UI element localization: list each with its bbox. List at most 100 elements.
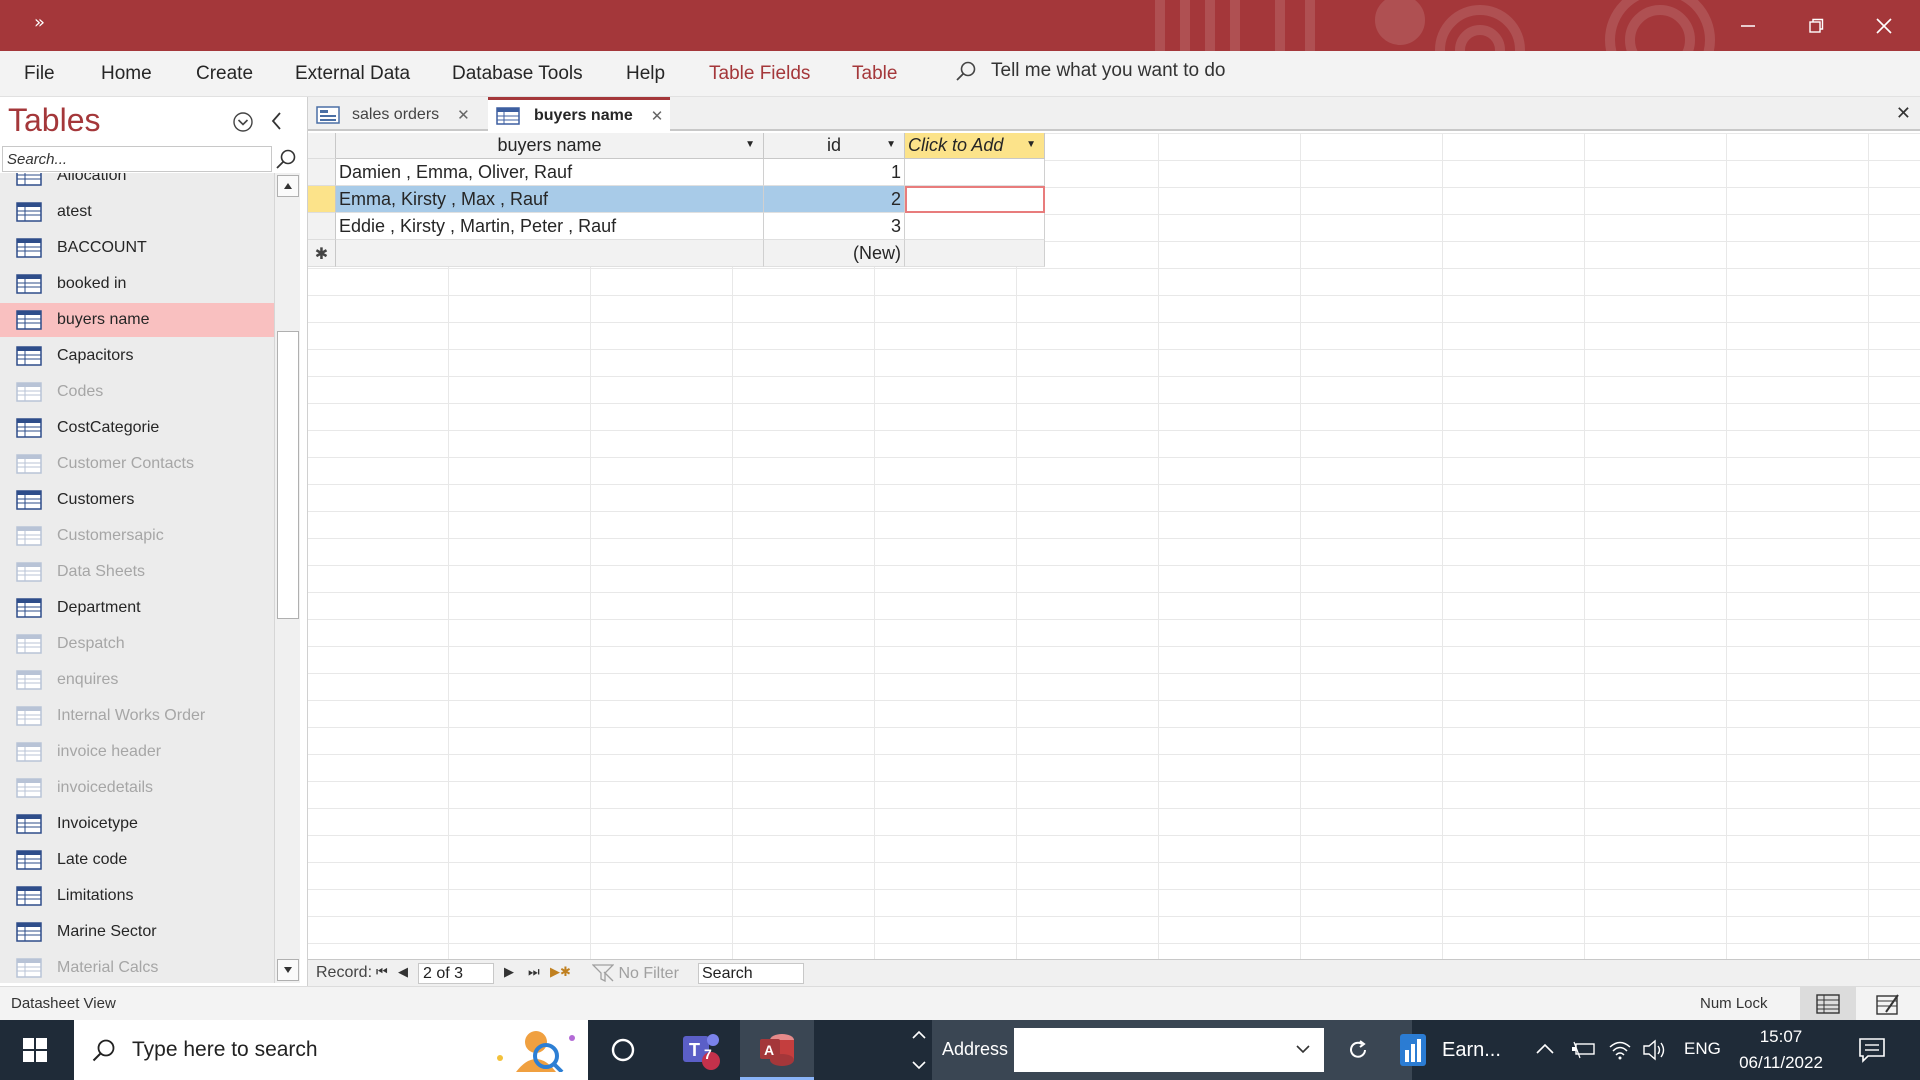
id-cell[interactable]: 2 [764,186,905,213]
current-record-input[interactable]: 2 of 3 [418,963,494,984]
toolbar-scroll-arrows[interactable] [908,1020,930,1080]
nav-item-allocation[interactable]: Allocation [0,173,274,193]
new-record-icon[interactable]: ▶✱ [550,964,571,980]
design-view-button[interactable] [1860,987,1916,1021]
tab-file[interactable]: File [24,63,55,85]
nav-item-marine-sector[interactable]: Marine Sector [0,915,274,949]
last-record-icon[interactable]: ⏭ [528,964,540,980]
close-tab-icon[interactable]: ✕ [457,106,470,124]
datasheet-view-button[interactable] [1800,987,1856,1021]
row-selector[interactable] [308,186,336,213]
chevron-up-icon[interactable] [1535,1042,1555,1056]
nav-item-baccount[interactable]: BACCOUNT [0,231,274,265]
doc-tab-buyers-name[interactable]: buyers name ✕ [488,97,670,131]
nav-item-data-sheets[interactable]: Data Sheets [0,555,274,589]
tab-create[interactable]: Create [196,63,253,85]
chevron-left-icon[interactable] [270,111,284,131]
nav-item-material-calcs[interactable]: Material Calcs [0,951,274,983]
nav-item-buyers-name[interactable]: buyers name [0,303,274,337]
column-header-id[interactable]: id ▼ [764,133,905,159]
row-selector[interactable] [308,213,336,240]
scroll-up-button[interactable] [277,175,299,197]
language-indicator[interactable]: ENG [1684,1039,1721,1059]
new-field-cell[interactable] [905,240,1045,267]
tab-home[interactable]: Home [101,63,152,85]
nav-item-costcategorie[interactable]: CostCategorie [0,411,274,445]
nav-item-codes[interactable]: Codes [0,375,274,409]
scroll-down-button[interactable] [277,959,299,981]
dropdown-arrow-icon[interactable]: ▼ [745,139,755,150]
nav-search-button[interactable] [272,146,300,172]
nav-item-department[interactable]: Department [0,591,274,625]
nav-item-despatch[interactable]: Despatch [0,627,274,661]
restore-button[interactable] [1782,0,1850,51]
start-button[interactable] [0,1020,70,1080]
nav-item-internal-works-order[interactable]: Internal Works Order [0,699,274,733]
nav-item-invoice-header[interactable]: invoice header [0,735,274,769]
scroll-thumb[interactable] [277,331,299,619]
battery-icon[interactable] [1570,1040,1596,1060]
nav-item-customers[interactable]: Customers [0,483,274,517]
nav-pane-title[interactable]: Tables [8,102,101,139]
volume-icon[interactable] [1642,1038,1668,1062]
buyers-name-cell[interactable]: Emma, Kirsty , Max , Rauf [336,186,764,213]
chevron-down-icon[interactable] [1296,1044,1310,1054]
nav-item-invoicetype[interactable]: Invoicetype [0,807,274,841]
nav-item-atest[interactable]: atest [0,195,274,229]
nav-item-enquires[interactable]: enquires [0,663,274,697]
new-id-cell[interactable]: (New) [764,240,905,267]
new-record-marker[interactable]: ✱ [308,240,336,267]
nav-item-customer-contacts[interactable]: Customer Contacts [0,447,274,481]
filter-status[interactable]: No Filter [591,964,679,983]
tab-database-tools[interactable]: Database Tools [452,63,583,85]
address-input[interactable] [1014,1028,1324,1072]
next-record-icon[interactable]: ▶ [504,964,514,980]
column-header-buyers-name[interactable]: buyers name ▼ [336,133,764,159]
notifications-icon[interactable] [1858,1037,1886,1063]
dropdown-arrow-icon[interactable]: ▼ [886,139,896,150]
buyers-name-cell[interactable]: Eddie , Kirsty , Martin, Peter , Rauf [336,213,764,240]
new-field-cell[interactable] [905,213,1045,240]
tab-external-data[interactable]: External Data [295,63,410,85]
buyers-name-cell[interactable]: Damien , Emma, Oliver, Rauf [336,159,764,186]
nav-item-limitations[interactable]: Limitations [0,879,274,913]
tab-table[interactable]: Table [852,63,897,85]
taskbar-search-box[interactable]: Type here to search [74,1020,588,1080]
doc-tab-sales-orders[interactable]: sales orders ✕ [316,99,486,131]
record-search-input[interactable]: Search [698,963,804,984]
select-all-corner[interactable] [308,133,336,159]
tab-help[interactable]: Help [626,63,665,85]
dropdown-arrow-icon[interactable]: ▼ [1026,139,1036,150]
close-button[interactable] [1850,0,1918,51]
clock[interactable]: 15:07 06/11/2022 [1728,1024,1834,1076]
access-taskbar-app[interactable]: A [740,1020,814,1080]
row-selector[interactable] [308,159,336,186]
new-field-cell-active[interactable] [905,186,1045,213]
first-record-icon[interactable]: ⏮ [376,964,388,980]
tell-me-search[interactable]: Tell me what you want to do [955,60,1225,82]
minimize-button[interactable] [1714,0,1782,51]
nav-item-capacitors[interactable]: Capacitors [0,339,274,373]
address-go-button[interactable] [1336,1028,1380,1072]
nav-item-late-code[interactable]: Late code [0,843,274,877]
nav-item-booked-in[interactable]: booked in [0,267,274,301]
earnings-taskbar-app[interactable]: Earn... [1392,1020,1522,1080]
tab-table-fields[interactable]: Table Fields [709,63,810,85]
column-header-click-to-add[interactable]: Click to Add ▼ [905,133,1045,159]
nav-item-invoicedetails[interactable]: invoicedetails [0,771,274,805]
id-cell[interactable]: 3 [764,213,905,240]
teams-taskbar-app[interactable]: T 7 [664,1020,738,1080]
nav-search-input[interactable]: Search... [2,146,272,172]
nav-scrollbar[interactable] [274,173,300,983]
id-cell[interactable]: 1 [764,159,905,186]
quick-access-toolbar-expand[interactable]: » [34,12,45,33]
previous-record-icon[interactable]: ◀ [398,964,408,980]
nav-menu-icon[interactable] [232,111,254,133]
task-view-button[interactable] [590,1020,656,1080]
nav-item-customersapic[interactable]: Customersapic [0,519,274,553]
close-document-icon[interactable]: ✕ [1896,103,1911,124]
wifi-icon[interactable] [1608,1038,1632,1060]
close-tab-icon[interactable]: ✕ [651,107,664,125]
new-buyers-name-cell[interactable] [336,240,764,267]
new-field-cell[interactable] [905,159,1045,186]
